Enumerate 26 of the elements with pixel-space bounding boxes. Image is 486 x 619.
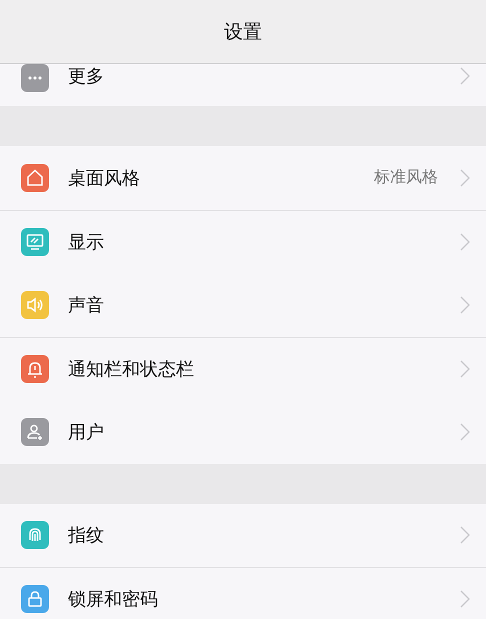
settings-row[interactable]: 声音 [0,273,486,336]
setting-label: 锁屏和密码 [68,588,159,612]
setting-label: 通知栏和状态栏 [68,358,195,381]
setting-label: 指纹 [68,524,105,548]
settings-row[interactable]: 锁屏和密码 [0,567,486,619]
settings-row[interactable]: 显示 [0,210,486,273]
setting-label: 声音 [68,294,105,317]
screen-title: 设置 [224,20,262,44]
chevron-icon [460,422,470,441]
chevron-icon [460,590,470,608]
settings-row[interactable]: 通知栏和状态栏 [0,336,486,400]
setting-label: 显示 [68,230,105,254]
chevron-icon [460,526,470,544]
chevron-icon [460,67,470,85]
setting-label: 桌面风格 [68,166,141,190]
settings-row[interactable]: 更多 [0,64,486,106]
chevron-icon [460,360,470,378]
chevron-icon [460,168,470,187]
settings-row[interactable]: 指纹 [0,504,486,567]
setting-value: 标准风格 [374,167,438,188]
chevron-icon [460,296,470,314]
setting-label: 用户 [68,420,105,444]
settings-row[interactable]: 用户 [0,400,486,464]
chevron-icon [460,232,470,251]
settings-row[interactable]: 桌面风格 标准风格 [0,146,486,210]
setting-label: 更多 [68,65,105,88]
